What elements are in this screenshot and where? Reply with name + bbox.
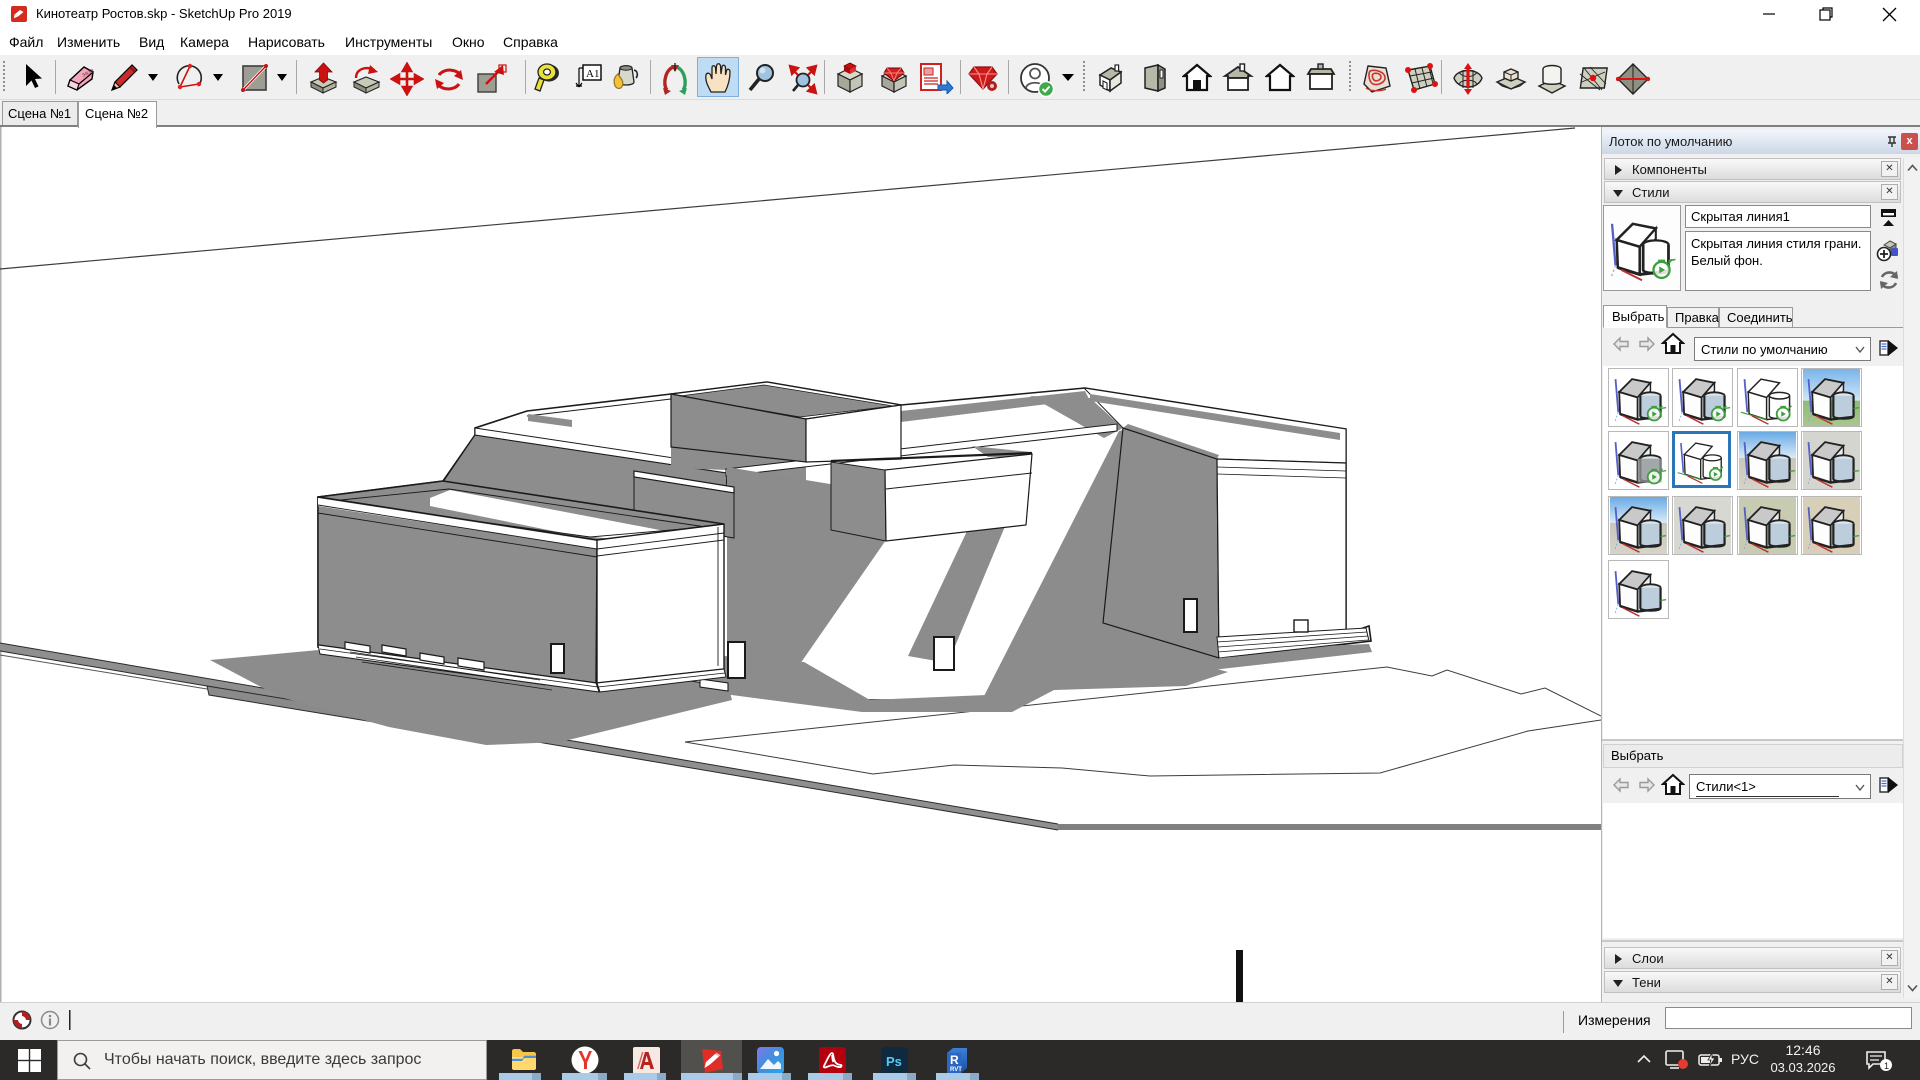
svg-text:Ps: Ps: [886, 1054, 902, 1069]
svg-text:R: R: [950, 1053, 959, 1067]
svg-text:1: 1: [1884, 1061, 1889, 1071]
svg-text:A1: A1: [586, 68, 599, 80]
